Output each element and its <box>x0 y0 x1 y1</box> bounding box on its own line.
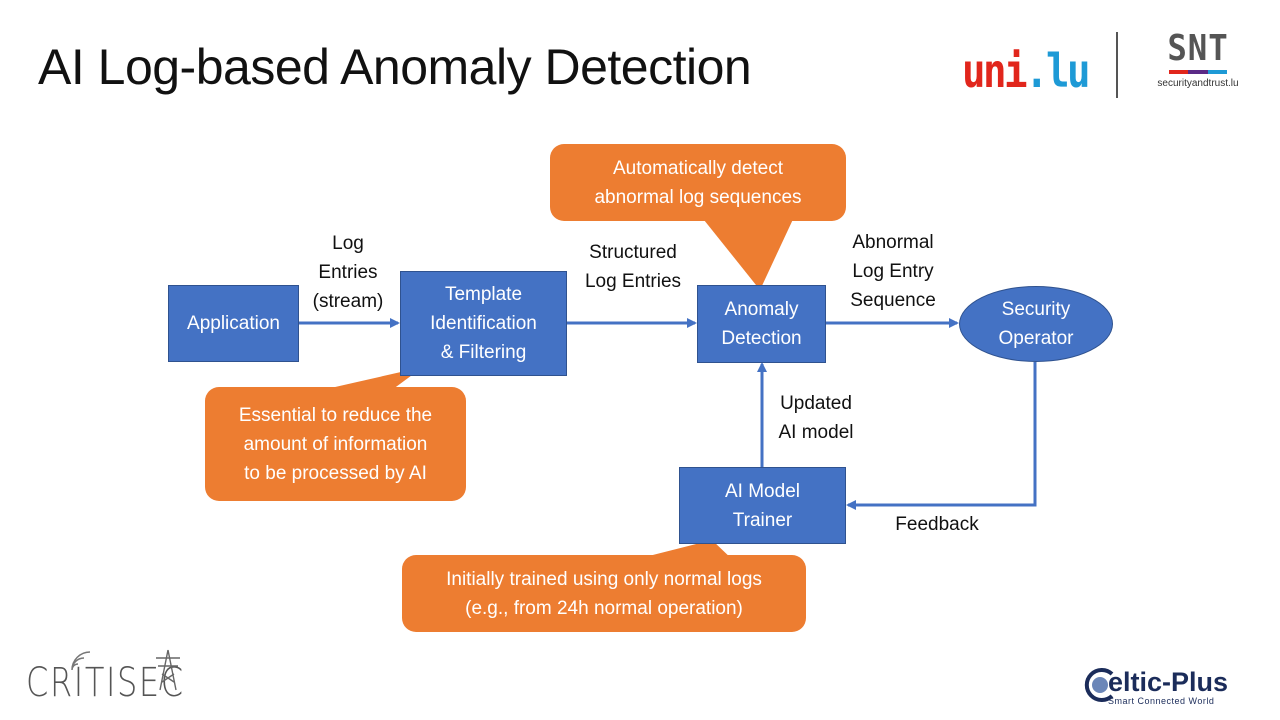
celtic-plus-tagline: Smart Connected World <box>1108 696 1215 706</box>
celtic-globe-icon <box>1084 668 1114 702</box>
edge-label-log-entries: Log Entries (stream) <box>312 233 384 312</box>
node-operator-label: Security Operator <box>998 299 1074 349</box>
callout-essential-text: Essential to reduce the amount of inform… <box>238 404 433 484</box>
edge-label-structured: Structured Log Entries <box>584 242 682 292</box>
callout-detect-pointer <box>700 215 795 290</box>
node-application-label: Application <box>187 313 280 334</box>
node-anomaly-detection[interactable]: Anomaly Detection <box>697 285 826 363</box>
node-anomaly-label: Anomaly Detection <box>721 299 802 349</box>
edge-label-abnormal: Abnormal Log Entry Sequence <box>850 232 936 311</box>
celtic-plus-name: eltic-Plus <box>1108 667 1229 697</box>
critisec-tower-icon <box>156 649 180 691</box>
node-trainer-label: AI Model Trainer <box>725 480 800 531</box>
callout-detect: Automatically detect abnormal log sequen… <box>550 144 846 221</box>
arrow-operator-to-trainer <box>846 362 1037 510</box>
critisec-wifi-icon <box>71 651 91 671</box>
node-application[interactable]: Application <box>168 285 299 362</box>
edge-label-feedback: Feedback <box>895 514 979 535</box>
celtic-plus-logo: eltic-Plus Smart Connected World <box>1082 668 1228 706</box>
edge-label-updated-model: Updated AI model <box>778 393 854 443</box>
node-template-identification[interactable]: Template Identification & Filtering <box>400 271 567 376</box>
callout-trained-text: Initially trained using only normal logs… <box>446 568 762 619</box>
callout-detect-text: Automatically detect abnormal log sequen… <box>594 157 802 208</box>
node-template-label: Template Identification & Filtering <box>430 284 537 363</box>
callout-essential: Essential to reduce the amount of inform… <box>205 387 466 501</box>
callout-trained: Initially trained using only normal logs… <box>402 555 806 632</box>
node-security-operator[interactable]: Security Operator <box>959 286 1113 362</box>
node-ai-model-trainer[interactable]: AI Model Trainer <box>679 467 846 544</box>
